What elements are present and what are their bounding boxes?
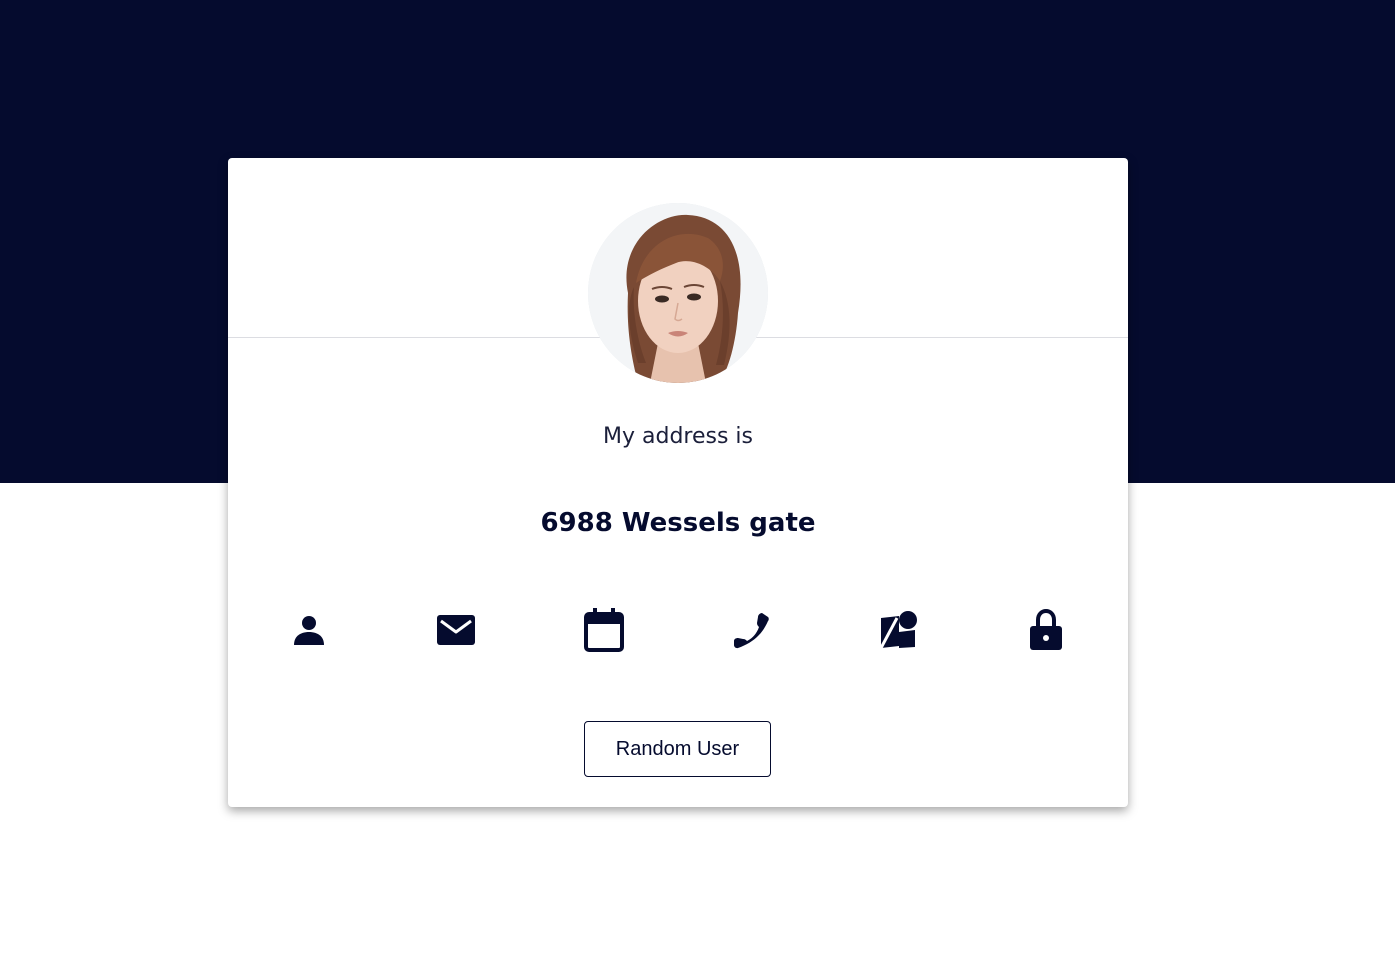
random-user-button[interactable]: Random User — [584, 721, 771, 777]
lock-icon[interactable] — [1022, 606, 1070, 654]
user-card: My address is 6988 Wessels gate Random U… — [228, 158, 1128, 807]
info-value: 6988 Wessels gate — [540, 508, 816, 538]
phone-icon[interactable] — [727, 606, 775, 654]
avatar — [588, 203, 768, 383]
user-icon[interactable] — [285, 606, 333, 654]
info-icon-bar — [228, 606, 1128, 654]
email-icon[interactable] — [432, 606, 480, 654]
info-label: My address is — [603, 424, 753, 449]
map-icon[interactable] — [875, 606, 923, 654]
avatar-photo — [588, 203, 768, 383]
calendar-icon[interactable] — [580, 606, 628, 654]
